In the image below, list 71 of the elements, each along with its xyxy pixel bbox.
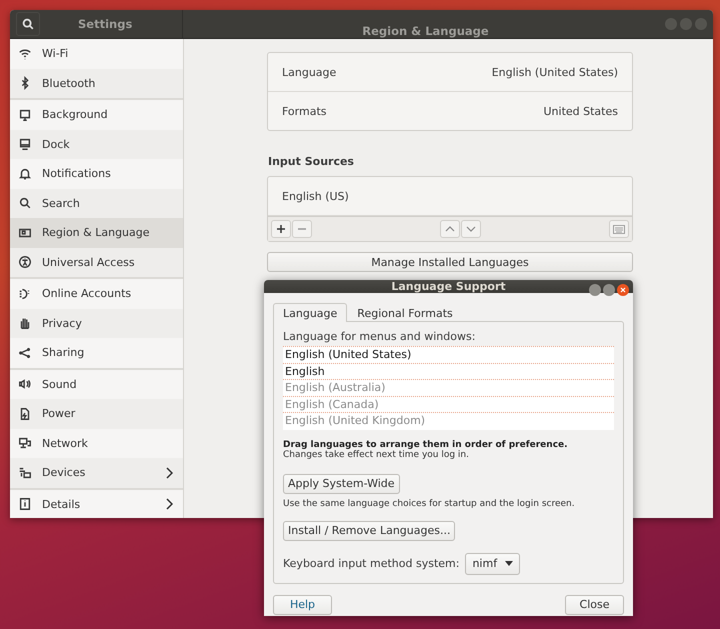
info-icon [18,497,32,512]
hint-text: Changes take effect next time you log in. [283,450,470,460]
close-icon [620,287,626,293]
sidebar-item[interactable]: Power [10,399,183,428]
accessibility-icon [18,255,32,270]
accounts-icon [18,286,32,301]
search-icon [21,17,35,31]
add-button[interactable] [271,220,291,238]
search-icon [18,196,32,210]
tab[interactable]: Regional Formats [347,303,463,322]
devices-icon [18,466,32,480]
sidebar-item[interactable]: Online Accounts [10,279,183,308]
language-item[interactable]: English [283,364,614,380]
sidebar-item[interactable]: Network [10,428,183,458]
dropdown-arrow-icon [505,561,514,566]
hand-icon [18,316,32,330]
close-button[interactable] [617,284,629,296]
input-method-dropdown[interactable]: nimf [465,552,520,575]
share-icon [18,346,32,360]
monitor-icon [18,108,32,122]
move-down-button[interactable] [461,220,481,238]
hint-text: Drag languages to arrange them in order of preference. [283,440,569,450]
sidebar-title: Settings [78,16,132,33]
plug-icon [18,406,32,421]
search-button[interactable] [16,12,40,36]
dialog-title: Language Support [391,280,506,293]
sidebar-item[interactable]: Universal Access [10,248,183,277]
apply-note: Use the same language choices for startup and the login screen. [283,498,576,509]
sidebar-item[interactable]: Region & Language [10,218,183,248]
network-icon [18,436,32,450]
setting-label: Language [282,66,336,78]
sidebar-item[interactable]: Search [10,188,183,218]
bell-icon [18,166,32,181]
wifi-icon [18,46,32,61]
keyboard-button[interactable] [609,220,629,238]
sidebar-item[interactable]: Background [10,100,183,130]
minimize-button[interactable] [589,284,601,296]
sidebar-item[interactable]: Bluetooth [10,68,183,98]
apply-system-wide-button[interactable]: Apply System-Wide [283,474,400,494]
speaker-icon [18,377,32,392]
tab[interactable]: Language [273,303,348,322]
input-source-label: English (US) [282,190,349,202]
maximize-button[interactable] [603,284,615,296]
sidebar-item[interactable]: Sound [10,370,183,399]
language-item[interactable]: English (United States) [283,347,614,364]
sidebar-item[interactable]: Privacy [10,308,183,338]
close-dialog-button[interactable]: Close [565,594,624,615]
monitor-icon [18,137,32,152]
setting-row[interactable]: Formats United States [268,92,632,130]
input-method-label: Keyboard input method system: [283,557,460,570]
setting-value: United States [544,104,618,118]
sidebar-item[interactable]: Dock [10,130,183,159]
move-up-button[interactable] [440,220,460,238]
setting-row[interactable]: Language English (United States) [268,53,632,92]
keyboard-icon [613,224,625,234]
manage-languages-button[interactable]: Manage Installed Languages [267,252,633,272]
sidebar-item[interactable]: Sharing [10,338,183,368]
window-title: Region & Language [361,22,490,40]
plus-icon [276,224,286,234]
section-heading: Input Sources [268,155,355,168]
help-button[interactable]: Help [273,594,332,615]
sidebar-item[interactable]: Details [10,490,183,518]
sidebar-item[interactable]: Notifications [10,159,183,188]
install-languages-button[interactable]: Install / Remove Languages... [283,520,456,541]
list-label: Language for menus and windows: [283,330,476,343]
sidebar-item[interactable]: Devices [10,458,183,488]
sidebar-item[interactable]: Wi-Fi [10,39,183,68]
setting-label: Formats [282,104,326,118]
chevron-down-icon [466,224,476,234]
chevron-up-icon [445,224,455,234]
setting-value: English (United States) [492,66,618,78]
